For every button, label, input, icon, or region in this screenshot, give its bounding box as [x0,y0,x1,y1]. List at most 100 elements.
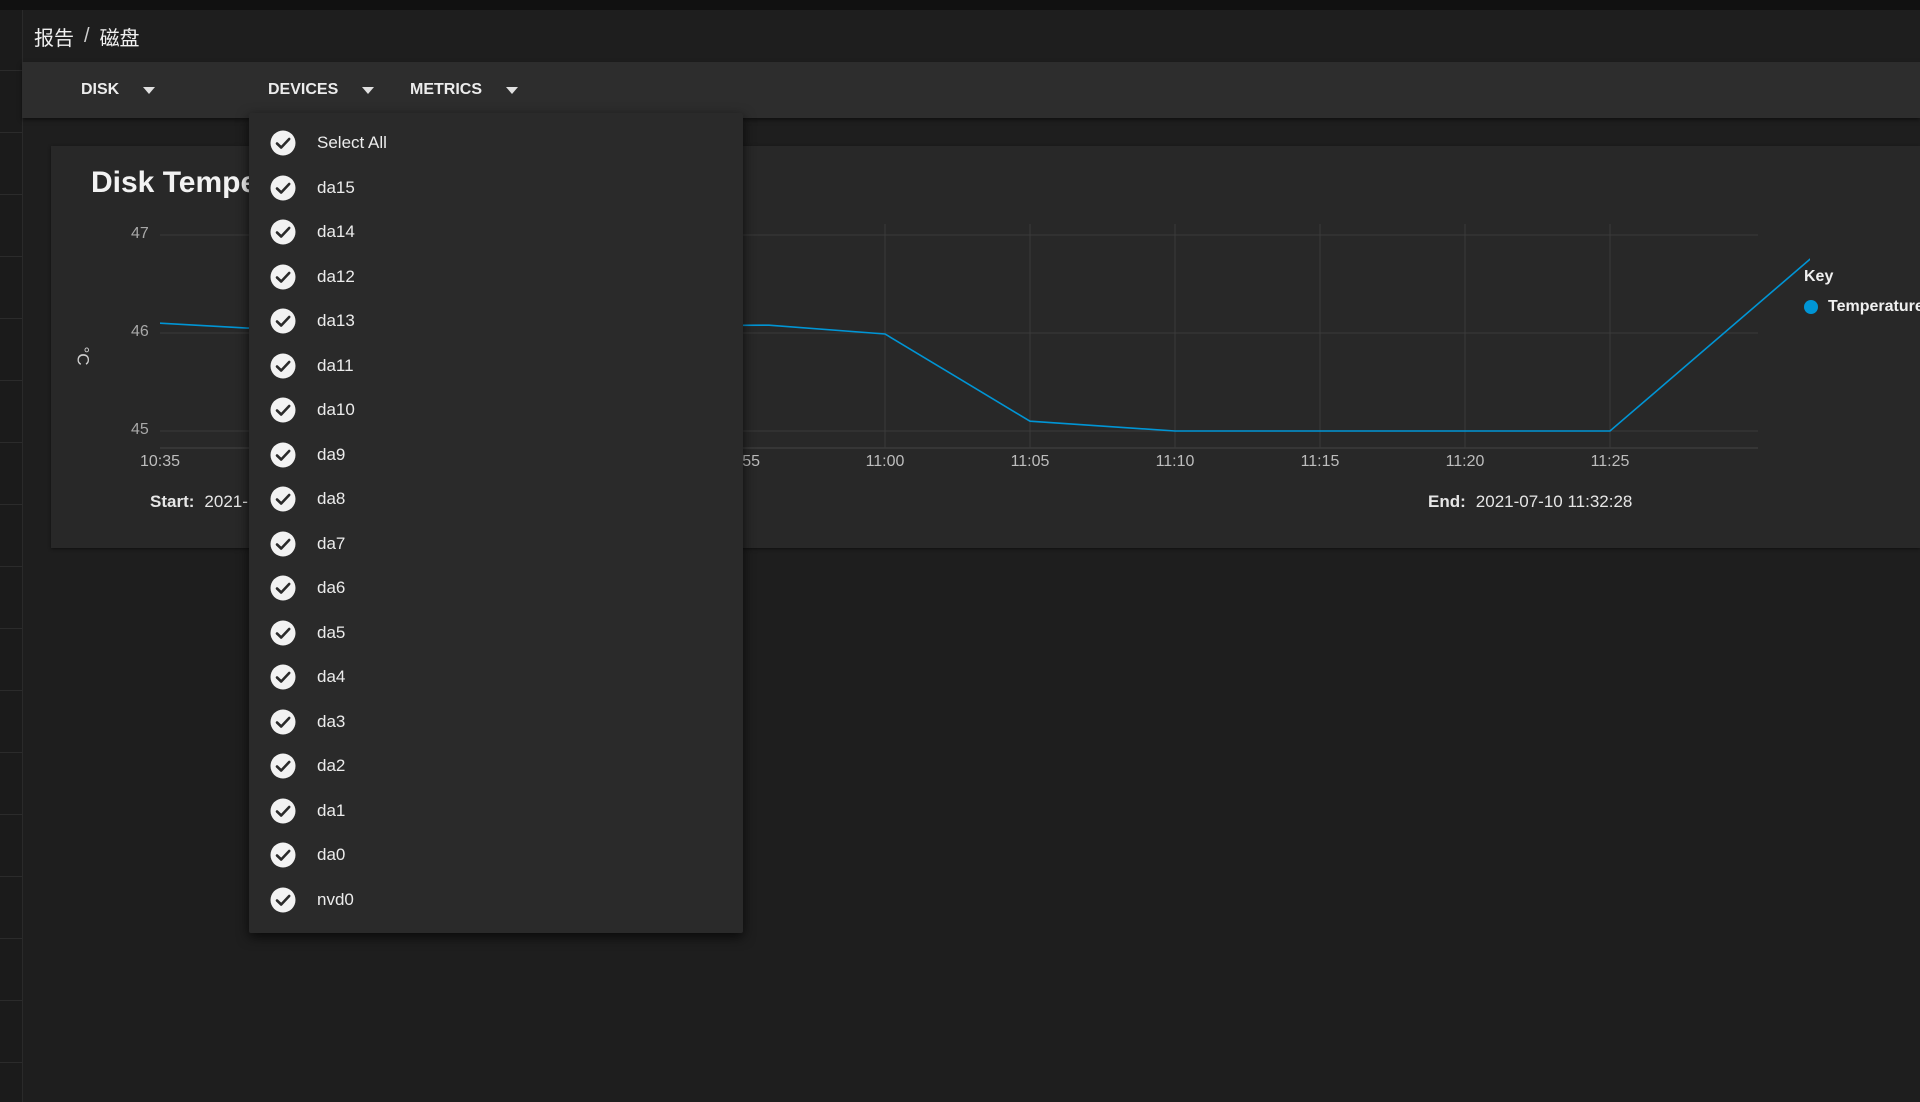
check-circle-icon [270,219,296,245]
check-circle-icon [270,798,296,823]
rail-divider [0,380,22,381]
rail-divider [0,132,22,133]
legend-item-temperature[interactable]: Temperature [1804,298,1920,316]
y-tick-label: 47 [131,225,149,242]
x-tick-label: 11:25 [1590,453,1630,470]
x-tick-label: 11:20 [1445,453,1485,470]
check-circle-icon [270,397,296,423]
legend-title: Key [1804,268,1834,285]
breadcrumb: 报告 / 磁盘 [34,22,140,51]
check-circle-icon [270,753,296,779]
option-label: nvd0 [317,889,354,909]
option-label: da0 [317,845,346,864]
rail-divider [0,938,22,939]
range-start: Start: 2021- [150,492,248,512]
check-circle-icon [270,308,296,334]
rail-divider [0,690,22,691]
check-circle-icon [270,842,296,868]
device-option[interactable]: da12 [249,255,743,299]
disk-menu-button[interactable]: DISK [81,62,156,118]
x-tick-label: 11:15 [1300,453,1340,470]
device-option[interactable]: da6 [249,566,743,610]
option-label: da15 [317,177,355,197]
option-label: da2 [317,756,346,775]
x-tick-label: 10:35 [139,453,181,470]
option-label: da11 [317,355,354,375]
rail-divider [0,628,22,629]
range-end: End: 2021-07-10 11:32:28 [1428,492,1632,512]
x-tick-label: 11:00 [865,453,905,470]
device-option[interactable]: da13 [249,299,743,343]
rail-divider [0,814,22,815]
select-all-option[interactable]: Select All [249,121,743,165]
metrics-menu-label: METRICS [410,81,482,98]
breadcrumb-separator: / [84,25,90,47]
rail-divider [0,1000,22,1001]
breadcrumb-current: 磁盘 [99,28,140,50]
rail-divider [0,752,22,753]
device-option[interactable]: da7 [249,522,743,566]
devices-menu-button[interactable]: DEVICES [268,62,375,118]
rail-divider [0,1062,22,1063]
device-option[interactable]: da4 [249,655,743,699]
x-tick-label: 11:05 [1010,453,1050,470]
rail-divider [0,194,22,195]
option-label: da8 [317,489,346,508]
y-tick-label: 46 [131,323,149,340]
check-circle-icon [270,353,296,378]
device-option[interactable]: nvd0 [249,878,743,922]
option-label: da6 [317,578,346,597]
option-label: Select All [317,133,387,152]
rail-divider [0,70,22,71]
metrics-menu-button[interactable]: METRICS [410,62,518,118]
check-circle-icon [270,709,296,734]
x-tick-label: 11:10 [1155,453,1195,470]
device-option[interactable]: da5 [249,611,743,655]
device-option[interactable]: da10 [249,388,743,432]
check-circle-icon [270,442,296,467]
check-circle-icon [270,175,296,200]
devices-dropdown: Select All da15 da14 da12 da13 da11 da10 da9 da8… [249,113,743,933]
report-toolbar: DISK DEVICES METRICS [22,62,1920,118]
rail-divider [0,504,22,505]
end-label: End: [1428,492,1466,511]
rail-divider [0,876,22,877]
start-label: Start: [150,492,195,511]
legend-dot [1804,300,1818,314]
option-label: da9 [317,444,346,464]
option-label: da5 [317,622,346,642]
device-option[interactable]: da15 [249,166,743,210]
check-circle-icon [270,620,296,645]
rail-divider [0,256,22,257]
device-option[interactable]: da0 [249,833,743,877]
device-option[interactable]: da11 [249,344,743,388]
rail-divider [0,566,22,567]
option-label: da13 [317,311,355,330]
device-option[interactable]: da1 [249,789,743,833]
option-label: da14 [317,222,355,241]
legend-series-label: Temperature [1828,298,1920,315]
caret-down-icon [143,86,156,94]
breadcrumb-root[interactable]: 报告 [34,22,74,51]
y-tick-label: 45 [131,421,149,438]
caret-down-icon [506,86,518,94]
option-label: da10 [317,400,355,419]
check-circle-icon [270,575,296,601]
devices-menu-label: DEVICES [268,81,339,98]
caret-down-icon [362,86,375,94]
option-label: da4 [317,667,346,686]
top-strip [0,0,1920,10]
device-option[interactable]: da2 [249,744,743,788]
check-circle-icon [270,130,296,156]
rail-divider [0,442,22,443]
option-label: da3 [317,711,346,731]
option-label: da7 [317,533,346,553]
device-option[interactable]: da14 [249,210,743,254]
check-circle-icon [270,486,296,512]
end-value: 2021-07-10 11:32:28 [1475,492,1633,511]
device-option[interactable]: da9 [249,433,743,477]
left-rail [0,10,23,1102]
device-option[interactable]: da3 [249,700,743,744]
check-circle-icon [270,264,296,289]
device-option[interactable]: da8 [249,477,743,521]
